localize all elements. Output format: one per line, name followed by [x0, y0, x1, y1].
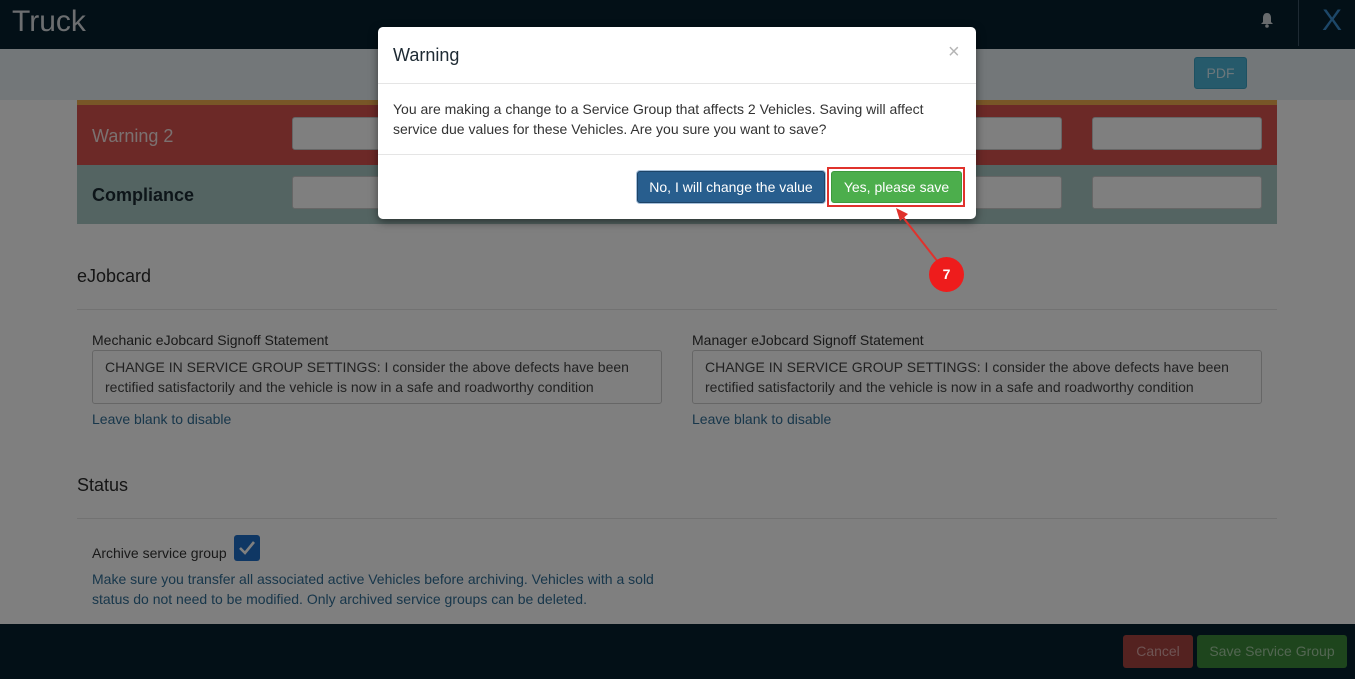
step-badge: 7 — [929, 257, 964, 292]
annotation-arrow — [896, 208, 939, 263]
